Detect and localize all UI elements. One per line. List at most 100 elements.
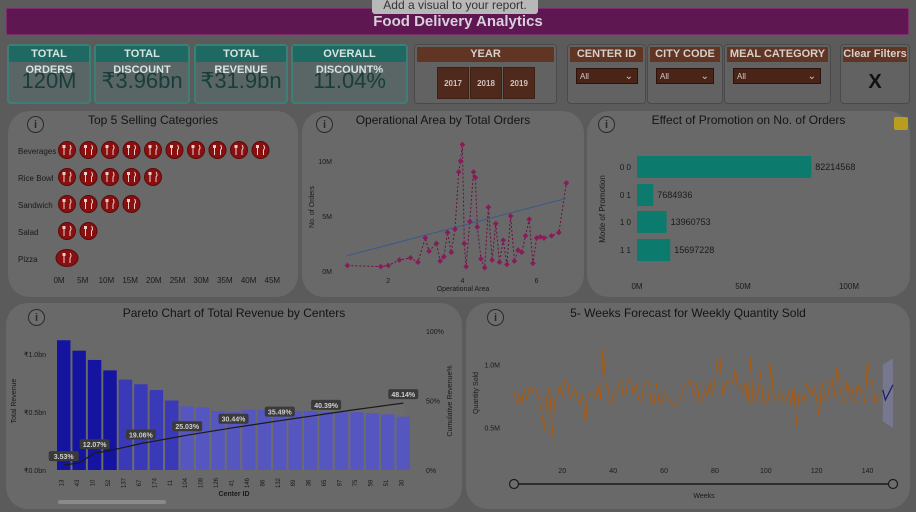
y-axis-title: No. of Orders [309, 185, 316, 228]
center-id-value: All [580, 72, 589, 81]
fork-knife-icon [165, 141, 184, 159]
data-point [448, 249, 455, 256]
actual-line [513, 346, 881, 437]
fork-knife-icon [101, 168, 119, 186]
x-tick-label: 15M [122, 276, 138, 285]
y-tick-label: 0M [322, 269, 332, 276]
x-tick-label: 97 [338, 479, 344, 486]
chevron-down-icon: ⌄ [700, 71, 709, 82]
data-point [548, 232, 555, 239]
y2-tick-label: 100% [426, 329, 444, 336]
range-slider-start-handle[interactable] [508, 478, 520, 490]
revenue-bar [257, 409, 272, 470]
cumulative-label: 12.07% [83, 442, 108, 449]
data-point [530, 260, 536, 267]
x-tick-label: 35M [217, 276, 233, 285]
x-tick-label: 89 [291, 479, 297, 486]
x-tick-label: 126 [214, 477, 220, 488]
x-tick-label: 52 [106, 479, 112, 486]
x-tick-label: 6 [535, 278, 539, 285]
category-label: 0 1 [620, 191, 632, 200]
x-tick-label: 45M [265, 276, 281, 285]
data-point [377, 263, 384, 270]
fork-knife-icon [55, 249, 79, 267]
pareto-card: i Pareto Chart of Total Revenue by Cente… [6, 303, 462, 509]
data-point [522, 232, 529, 239]
fork-knife-icon [101, 141, 119, 159]
x-tick-label: 20 [558, 468, 566, 475]
forecast-card: i 5- Weeks Forecast for Weekly Quantity … [466, 303, 910, 509]
operational-area-chart: 0M 5M 10M 2 4 6 Operational Area No. of Orders [309, 141, 570, 293]
x-tick-label: 0M [631, 282, 642, 291]
meal-category-dropdown[interactable]: All ⌄ [733, 68, 821, 84]
year-2018-button[interactable]: 2018 [470, 67, 502, 99]
category-label: Rice Bowl [18, 174, 54, 183]
data-point [344, 262, 351, 269]
kpi-total-revenue: TOTAL REVENUE ₹31.9bn [194, 44, 288, 104]
revenue-bar [103, 370, 117, 470]
top5-pictogram-chart: Beverages Rice Bowl Sandwich Salad Pizza 0M 5M… [18, 141, 281, 285]
kpi-total-orders: TOTAL ORDERS 120M [7, 44, 91, 104]
year-2019-button[interactable]: 2019 [503, 67, 535, 99]
fork-knife-icon [122, 141, 141, 159]
data-point [511, 258, 518, 264]
y-tick-label: 5M [322, 214, 332, 221]
year-slicer-label: YEAR [417, 47, 554, 62]
promotion-bar [637, 239, 671, 261]
fork-knife-icon [58, 195, 76, 213]
data-point [500, 237, 507, 244]
data-point [496, 259, 503, 266]
data-point [563, 180, 570, 186]
x-axis-title: Center ID [218, 491, 249, 498]
chevron-down-icon: ⌄ [624, 71, 633, 82]
category-label: Salad [18, 228, 38, 237]
fork-knife-icon [230, 141, 248, 159]
promotion-bar-chart: 0 0 82214568 0 1 7684936 1 0 13960753 1 1 15697… [598, 156, 859, 291]
data-point [385, 262, 392, 269]
fork-knife-icon [251, 141, 270, 159]
y-tick-label: ₹0.0bn [24, 467, 46, 475]
revenue-bar [319, 412, 333, 470]
x-tick-label: 50M [735, 282, 751, 291]
revenue-bar [57, 340, 71, 470]
data-point [437, 258, 443, 264]
category-label: Beverages [18, 147, 56, 156]
kpi-value: ₹3.96bn [101, 68, 183, 93]
x-tick-label: 51 [384, 479, 390, 486]
data-point [463, 263, 469, 270]
kpi-label: TOTAL REVENUE [196, 46, 286, 76]
fork-knife-icon [144, 168, 162, 186]
kpi-label: TOTAL ORDERS [9, 46, 89, 76]
x-tick-label: 137 [121, 477, 127, 488]
data-point [441, 253, 447, 260]
revenue-bar [118, 379, 133, 470]
x-tick-label: 13 [60, 479, 66, 486]
cumulative-label: 40.39% [314, 403, 339, 410]
x-tick-label: 4 [460, 278, 464, 285]
data-point [504, 261, 510, 268]
clear-filters-label: Clear Filters [843, 47, 907, 62]
x-tick-label: 140 [862, 468, 874, 475]
kpi-value: 11.04% [313, 68, 386, 93]
fork-knife-icon [144, 141, 162, 159]
y-tick-label: 1.0M [484, 363, 500, 370]
center-id-dropdown[interactable]: All ⌄ [576, 68, 638, 84]
city-code-dropdown[interactable]: All ⌄ [656, 68, 714, 84]
fork-knife-icon [58, 222, 76, 240]
x-tick-label: 40 [609, 468, 617, 475]
x-tick-label: 86 [260, 479, 266, 486]
data-label: 15697228 [674, 245, 714, 255]
revenue-bar [273, 409, 287, 470]
x-tick-label: 30 [399, 479, 405, 486]
x-tick-label: 60 [660, 468, 668, 475]
year-2017-button[interactable]: 2017 [437, 67, 469, 99]
cumulative-label: 48.14% [391, 392, 416, 399]
revenue-bar [365, 413, 380, 470]
top5-categories-card: i Top 5 Selling Categories Beverages Rice… [8, 111, 298, 297]
data-point [444, 229, 451, 236]
clear-filters-button[interactable]: Clear Filters X [840, 44, 910, 104]
cumulative-label: 19.06% [129, 433, 154, 440]
range-slider-end-handle[interactable] [887, 478, 899, 490]
x-tick-label: 67 [137, 479, 143, 486]
category-label: Sandwich [18, 201, 53, 210]
